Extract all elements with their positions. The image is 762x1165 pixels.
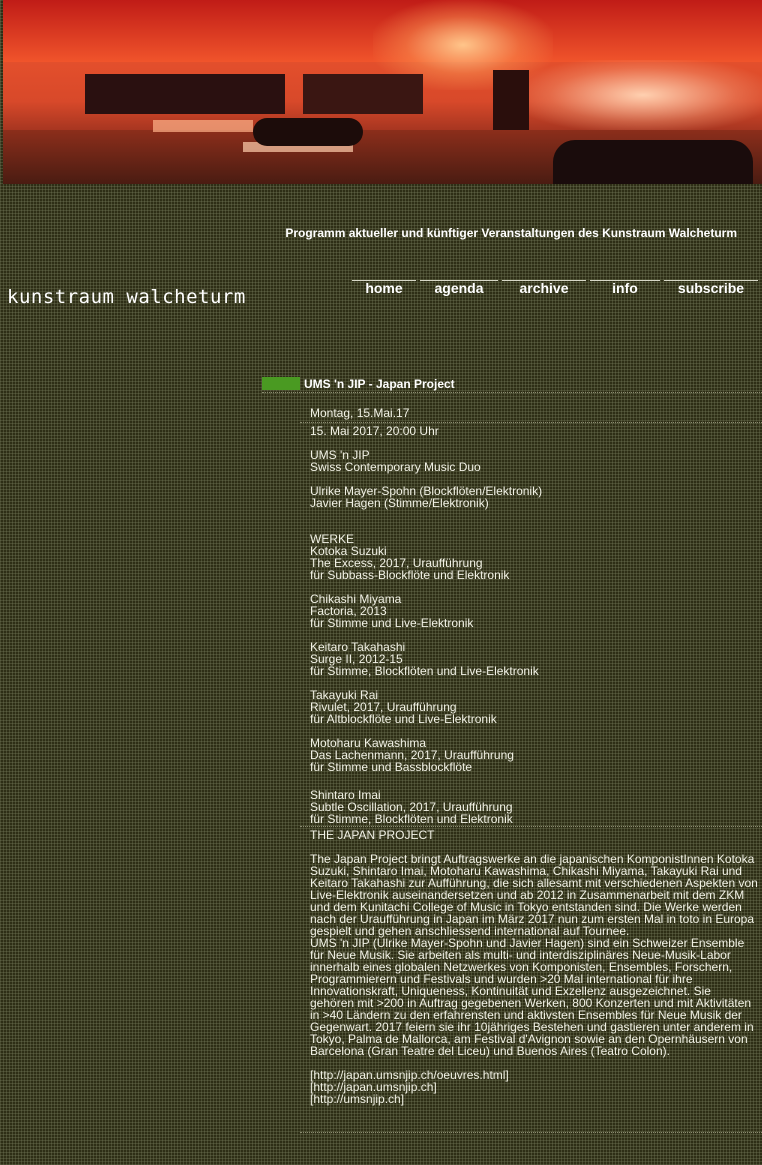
divider [300,422,762,423]
divider [300,826,762,827]
ensemble-description: UMS 'n JIP (Ulrike Mayer-Spohn und Javie… [310,936,754,1058]
work-instrumentation: für Altblockflöte und Live-Elektronik [310,712,497,726]
banner-floor-light [153,120,253,132]
nav-home[interactable]: home [352,280,416,295]
nav-agenda[interactable]: agenda [420,280,498,295]
site-logo[interactable]: kunstraum walcheturm [7,286,246,308]
work-instrumentation: für Stimme, Blockflöten und Live-Elektro… [310,664,539,678]
banner-window [303,74,423,114]
banner-photo [3,0,762,184]
work-instrumentation: für Subbass-Blockflöte und Elektronik [310,568,510,582]
banner-figure [253,118,363,146]
external-link[interactable]: [http://umsnjip.ch] [310,1093,758,1105]
event-details: 15. Mai 2017, 20:00 Uhr UMS 'n JIP Swiss… [300,424,762,1105]
project-description: The Japan Project bringt Auftragswerke a… [310,852,758,938]
work-instrumentation: für Stimme, Blockflöten und Elektronik [310,812,513,826]
banner-door [493,70,529,130]
nav-subscribe[interactable]: subscribe [664,280,758,295]
project-heading: THE JAPAN PROJECT [310,828,435,842]
divider [300,1132,762,1133]
performer-line: Javier Hagen (Stimme/Elektronik) [310,496,489,510]
nav-archive[interactable]: archive [502,280,586,295]
event-marker [262,377,300,390]
banner-window [85,74,285,114]
work-instrumentation: für Stimme und Live-Elektronik [310,616,474,630]
site-subtitle: Programm aktueller und künftiger Veranst… [285,226,737,240]
event-title: UMS 'n JIP - Japan Project [304,377,455,391]
event-date-label: Montag, 15.Mai.17 [310,406,410,420]
nav-info[interactable]: info [590,280,660,295]
banner-figure [553,140,753,184]
divider [262,392,762,393]
performer-line: Swiss Contemporary Music Duo [310,460,481,474]
event-datetime: 15. Mai 2017, 20:00 Uhr [310,424,439,438]
work-instrumentation: für Stimme und Bassblockflöte [310,760,473,774]
banner-light-glow [523,60,762,130]
